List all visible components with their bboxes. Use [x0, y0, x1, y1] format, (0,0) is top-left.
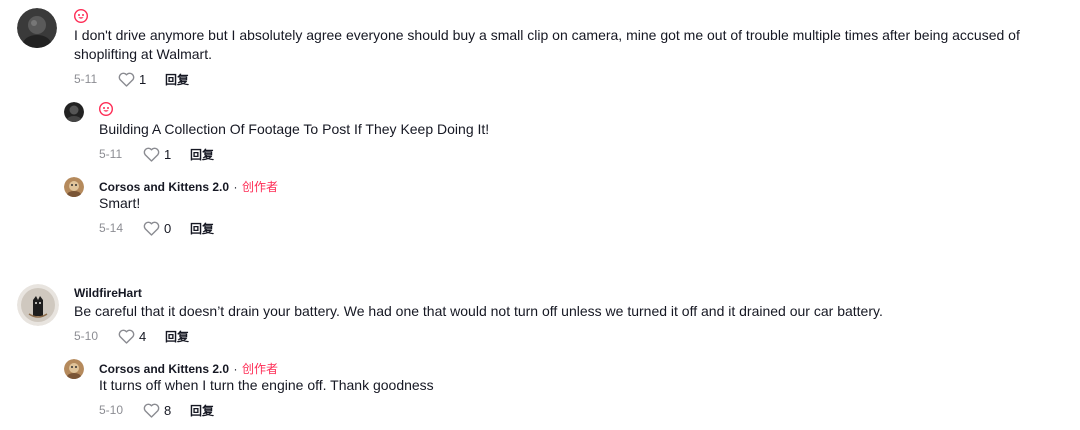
username[interactable]: Corsos and Kittens 2.0: [99, 180, 229, 194]
comment-date: 5-11: [74, 72, 98, 86]
heart-icon: [118, 329, 135, 344]
avatar[interactable]: [64, 359, 84, 379]
like-button[interactable]: 4: [118, 329, 165, 344]
avatar[interactable]: [17, 284, 59, 326]
heart-face-badge-icon: [99, 102, 113, 116]
reply-text: Smart!: [99, 195, 141, 211]
reply-meta: 5-11 1 回复: [99, 145, 214, 163]
comment-text: Be careful that it doesn’t drain your ba…: [74, 303, 883, 319]
creator-badge: 创作者: [241, 362, 278, 376]
reply-button[interactable]: 回复: [165, 328, 189, 345]
reply-date: 5-14: [99, 221, 124, 235]
reply-date: 5-10: [99, 403, 124, 417]
reply-meta: 5-14 0 回复: [99, 219, 214, 237]
avatar[interactable]: [64, 177, 84, 197]
avatar[interactable]: [17, 8, 57, 48]
like-count: 1: [164, 146, 172, 162]
comment-date: 5-10: [74, 329, 99, 343]
separator: ·: [233, 362, 238, 376]
reply-button[interactable]: 回复: [165, 71, 189, 88]
reply-text: Building A Collection Of Footage To Post…: [99, 121, 490, 137]
reply-button[interactable]: 回复: [190, 146, 214, 163]
heart-icon: [118, 72, 135, 87]
heart-face-badge-icon: [74, 9, 88, 23]
reply-meta: 5-10 8 回复: [99, 401, 214, 419]
username[interactable]: Corsos and Kittens 2.0: [99, 362, 229, 376]
like-button[interactable]: 1: [118, 72, 165, 87]
heart-icon: [143, 403, 160, 418]
like-button[interactable]: 8: [143, 403, 190, 418]
username[interactable]: WildfireHart: [74, 285, 142, 301]
like-button[interactable]: 0: [143, 221, 190, 236]
reply-button[interactable]: 回复: [190, 220, 214, 237]
like-count: 1: [139, 71, 147, 87]
reply-button[interactable]: 回复: [190, 402, 214, 419]
like-count: 8: [164, 402, 172, 418]
like-button[interactable]: 1: [143, 147, 190, 162]
heart-icon: [143, 221, 160, 236]
comment-meta: 5-10 4 回复: [74, 327, 189, 345]
like-count: 4: [139, 328, 147, 344]
comment-text: I don't drive anymore but I absolutely a…: [74, 27, 1020, 62]
reply-date: 5-11: [99, 147, 123, 161]
heart-icon: [143, 147, 160, 162]
comment-meta: 5-11 1 回复: [74, 70, 189, 88]
separator: ·: [233, 180, 238, 194]
like-count: 0: [164, 220, 172, 236]
creator-badge: 创作者: [241, 180, 278, 194]
avatar[interactable]: [64, 102, 84, 122]
reply-text: It turns off when I turn the engine off.…: [99, 377, 434, 393]
